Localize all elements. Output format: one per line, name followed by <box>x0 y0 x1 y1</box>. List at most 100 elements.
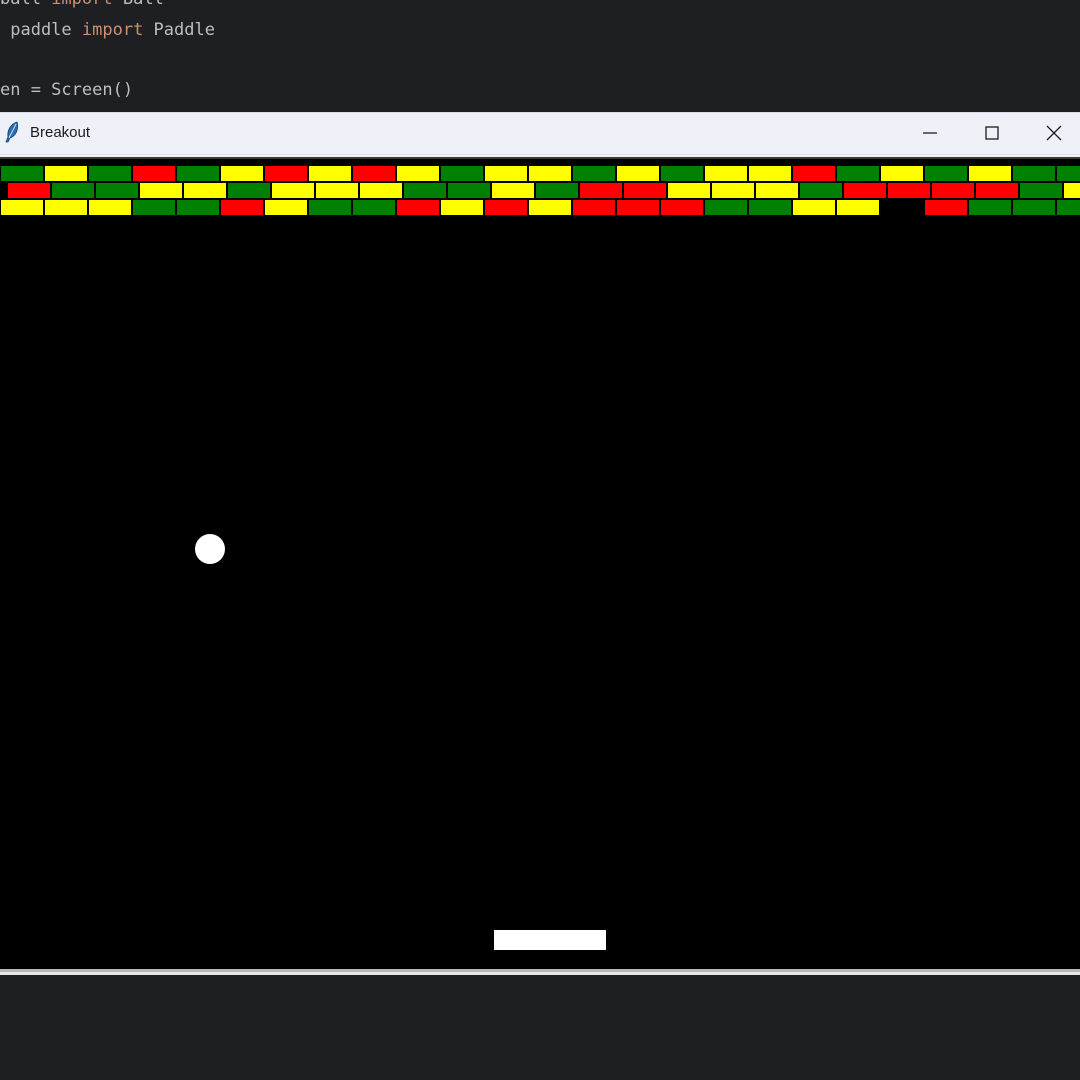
brick <box>660 165 704 182</box>
close-icon <box>1046 125 1062 141</box>
brick <box>880 165 924 182</box>
brick <box>95 182 139 199</box>
brick <box>792 199 836 216</box>
brick <box>799 182 843 199</box>
code-text: Ball <box>113 0 164 9</box>
brick <box>51 182 95 199</box>
brick <box>528 165 572 182</box>
close-button[interactable] <box>1023 113 1080 154</box>
code-text: en = Screen() <box>0 80 134 100</box>
ball <box>195 534 225 564</box>
window-bottom-border <box>0 972 1080 975</box>
brick <box>1012 165 1056 182</box>
code-line-3: en = Screen() <box>0 78 133 102</box>
minimize-icon <box>923 132 937 134</box>
game-window: Breakout <box>0 112 1080 975</box>
brick <box>1056 199 1080 216</box>
brick <box>359 182 403 199</box>
brick <box>352 199 396 216</box>
brick <box>887 182 931 199</box>
brick <box>0 165 44 182</box>
brick <box>748 199 792 216</box>
brick <box>440 165 484 182</box>
brick <box>44 199 88 216</box>
brick <box>528 199 572 216</box>
brick <box>139 182 183 199</box>
brick <box>1019 182 1063 199</box>
brick <box>660 199 704 216</box>
brick <box>396 199 440 216</box>
brick <box>176 165 220 182</box>
brick <box>843 182 887 199</box>
game-canvas[interactable] <box>0 159 1080 969</box>
brick <box>183 182 227 199</box>
brick <box>748 165 792 182</box>
brick <box>447 182 491 199</box>
brick <box>403 182 447 199</box>
code-keyword: import <box>81 20 144 40</box>
brick <box>579 182 623 199</box>
brick <box>271 182 315 199</box>
brick <box>308 199 352 216</box>
brick <box>264 165 308 182</box>
brick <box>704 165 748 182</box>
brick <box>220 199 264 216</box>
code-text: paddle <box>0 20 82 40</box>
brick <box>924 165 968 182</box>
brick <box>227 182 271 199</box>
brick <box>1012 199 1056 216</box>
editor-background <box>0 975 1080 1080</box>
brick <box>1056 165 1080 182</box>
brick <box>792 165 836 182</box>
maximize-icon <box>985 126 999 140</box>
code-text: Paddle <box>143 20 215 40</box>
code-keyword: import <box>51 0 112 9</box>
brick <box>704 199 748 216</box>
brick <box>440 199 484 216</box>
brick <box>491 182 535 199</box>
brick <box>924 199 968 216</box>
brick <box>968 199 1012 216</box>
brick <box>396 165 440 182</box>
brick <box>572 165 616 182</box>
minimize-button[interactable] <box>899 113 961 154</box>
feather-icon <box>3 121 21 143</box>
code-line-1: ball import Ball <box>0 0 164 11</box>
brick <box>836 199 880 216</box>
brick <box>755 182 799 199</box>
code-line-2: paddle import Paddle <box>0 18 215 42</box>
brick <box>7 182 51 199</box>
brick <box>44 165 88 182</box>
brick <box>968 165 1012 182</box>
brick <box>836 165 880 182</box>
maximize-button[interactable] <box>961 113 1023 154</box>
brick <box>264 199 308 216</box>
brick <box>1063 182 1080 199</box>
title-bar[interactable]: Breakout <box>0 113 1080 155</box>
code-editor: ball import Ball paddle import Paddle en… <box>0 0 1080 112</box>
brick <box>0 199 44 216</box>
brick <box>975 182 1019 199</box>
brick <box>616 199 660 216</box>
brick <box>88 165 132 182</box>
brick <box>931 182 975 199</box>
brick <box>176 199 220 216</box>
brick <box>315 182 359 199</box>
brick <box>623 182 667 199</box>
brick <box>711 182 755 199</box>
brick <box>535 182 579 199</box>
paddle <box>494 930 606 950</box>
brick <box>616 165 660 182</box>
brick <box>352 165 396 182</box>
brick <box>308 165 352 182</box>
brick <box>132 199 176 216</box>
bricks <box>0 165 1080 216</box>
window-title: Breakout <box>30 124 91 141</box>
game-canvas-frame <box>0 157 1080 972</box>
brick <box>88 199 132 216</box>
brick <box>484 165 528 182</box>
brick <box>572 199 616 216</box>
brick <box>484 199 528 216</box>
brick <box>220 165 264 182</box>
code-text: ball <box>0 0 51 9</box>
